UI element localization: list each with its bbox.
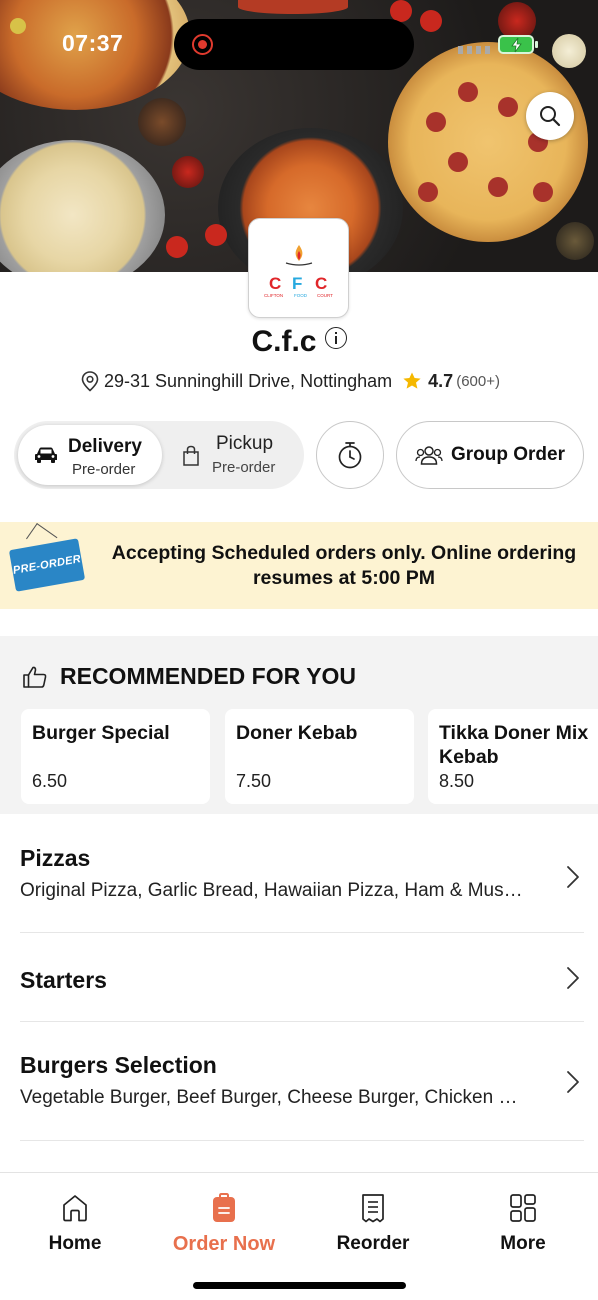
recommended-title: RECOMMENDED FOR YOU xyxy=(60,663,357,689)
preorder-tag-label: PRE-ORDER xyxy=(12,553,82,577)
category-row-pizzas[interactable]: Pizzas Original Pizza, Garlic Bread, Haw… xyxy=(20,845,584,902)
group-order-label: Group Order xyxy=(450,444,565,465)
category-title: Starters xyxy=(20,967,107,993)
delivery-option[interactable]: Delivery Pre-order xyxy=(18,425,162,485)
status-bar-time: 07:37 xyxy=(62,30,124,56)
recommended-header: RECOMMENDED FOR YOU xyxy=(22,663,356,690)
category-title: Burgers Selection xyxy=(20,1052,217,1078)
star-icon xyxy=(403,372,421,389)
recommended-item-card[interactable]: Burger Special 6.50 xyxy=(21,709,210,804)
preorder-sign-icon: PRE-ORDER xyxy=(8,538,86,592)
signal-strength-icon xyxy=(458,46,492,54)
recommended-item-card[interactable]: Tikka Doner Mix Kebab 8.50 xyxy=(428,709,598,804)
svg-text:FOOD: FOOD xyxy=(294,293,308,298)
chevron-right-icon xyxy=(567,866,579,888)
delivery-label: Delivery xyxy=(68,436,142,457)
delivery-preorder-label: Pre-order xyxy=(72,461,136,478)
receipt-icon xyxy=(362,1194,384,1223)
schedule-time-button[interactable] xyxy=(316,421,384,489)
restaurant-name-row: C.f.c xyxy=(0,325,598,359)
recommended-item-price: 8.50 xyxy=(439,771,475,791)
svg-text:C: C xyxy=(315,274,327,293)
rating-value: 4.7 xyxy=(428,370,454,391)
recommended-item-name: Burger Special xyxy=(32,722,170,744)
recommended-item-name: Doner Kebab xyxy=(236,722,358,744)
svg-text:COURT: COURT xyxy=(317,293,333,298)
rice-dish-image xyxy=(0,140,165,272)
stopwatch-icon xyxy=(338,442,362,469)
group-order-button[interactable]: Group Order xyxy=(396,421,584,489)
svg-text:CLIFTON: CLIFTON xyxy=(264,293,283,298)
info-icon[interactable] xyxy=(324,327,347,349)
pickup-preorder-label: Pre-order xyxy=(212,459,276,476)
car-icon xyxy=(35,447,57,463)
restaurant-logo: C F C CLIFTON FOOD COURT xyxy=(248,218,349,318)
nav-more-label: More xyxy=(500,1233,546,1254)
home-indicator xyxy=(193,1282,406,1289)
nav-order-now[interactable]: Order Now xyxy=(164,1191,284,1256)
battery-charging-icon xyxy=(498,35,538,54)
recommended-item-price: 7.50 xyxy=(236,771,272,791)
divider xyxy=(20,1021,584,1022)
nav-home[interactable]: Home xyxy=(15,1191,135,1255)
order-bag-icon xyxy=(213,1193,235,1222)
nav-more[interactable]: More xyxy=(463,1191,583,1255)
bottom-navigation: Home Order Now Reorder More xyxy=(0,1172,598,1300)
nav-home-label: Home xyxy=(48,1233,102,1254)
group-users-icon xyxy=(415,446,443,465)
location-pin-icon xyxy=(81,371,99,392)
nav-reorder-label: Reorder xyxy=(336,1233,410,1254)
restaurant-name: C.f.c xyxy=(251,325,317,358)
rating-count: (600+) xyxy=(456,372,500,390)
banner-message: Accepting Scheduled orders only. Online … xyxy=(111,542,577,589)
chevron-right-icon xyxy=(567,967,579,989)
thumbs-up-icon xyxy=(23,666,47,688)
pickup-label: Pickup xyxy=(216,433,274,454)
scheduled-orders-banner: PRE-ORDER Accepting Scheduled orders onl… xyxy=(0,522,598,609)
delivery-pickup-toggle: Delivery Pre-order Pickup Pre-order xyxy=(14,421,304,489)
grid-icon xyxy=(510,1194,536,1222)
category-items-preview: Original Pizza, Garlic Bread, Hawaiian P… xyxy=(20,880,530,901)
recommended-item-name: Tikka Doner Mix Kebab xyxy=(439,722,589,768)
category-title: Pizzas xyxy=(20,845,91,871)
svg-text:F: F xyxy=(292,274,302,293)
recommended-section: RECOMMENDED FOR YOU Burger Special 6.50 … xyxy=(0,636,598,814)
recording-indicator-icon xyxy=(192,34,213,55)
restaurant-address: 29-31 Sunninghill Drive, Nottingham xyxy=(104,370,393,391)
chevron-right-icon xyxy=(567,1071,579,1093)
category-row-starters[interactable]: Starters xyxy=(20,967,584,994)
recommended-item-card[interactable]: Doner Kebab 7.50 xyxy=(225,709,414,804)
search-button[interactable] xyxy=(526,92,574,140)
nav-order-now-label: Order Now xyxy=(172,1233,276,1255)
divider xyxy=(20,932,584,933)
nav-reorder[interactable]: Reorder xyxy=(313,1191,433,1255)
dynamic-island xyxy=(174,19,414,70)
svg-text:C: C xyxy=(269,274,281,293)
shopping-bag-icon xyxy=(183,445,199,466)
divider xyxy=(20,1140,584,1141)
category-row-burgers[interactable]: Burgers Selection Vegetable Burger, Beef… xyxy=(20,1052,584,1109)
search-icon xyxy=(540,106,561,127)
recommended-item-price: 6.50 xyxy=(32,771,68,791)
pepperoni-pizza-image xyxy=(388,42,588,242)
home-icon xyxy=(63,1195,87,1222)
category-items-preview: Vegetable Burger, Beef Burger, Cheese Bu… xyxy=(20,1087,530,1108)
address-rating-row: 29-31 Sunninghill Drive, Nottingham 4.7 … xyxy=(80,370,500,392)
